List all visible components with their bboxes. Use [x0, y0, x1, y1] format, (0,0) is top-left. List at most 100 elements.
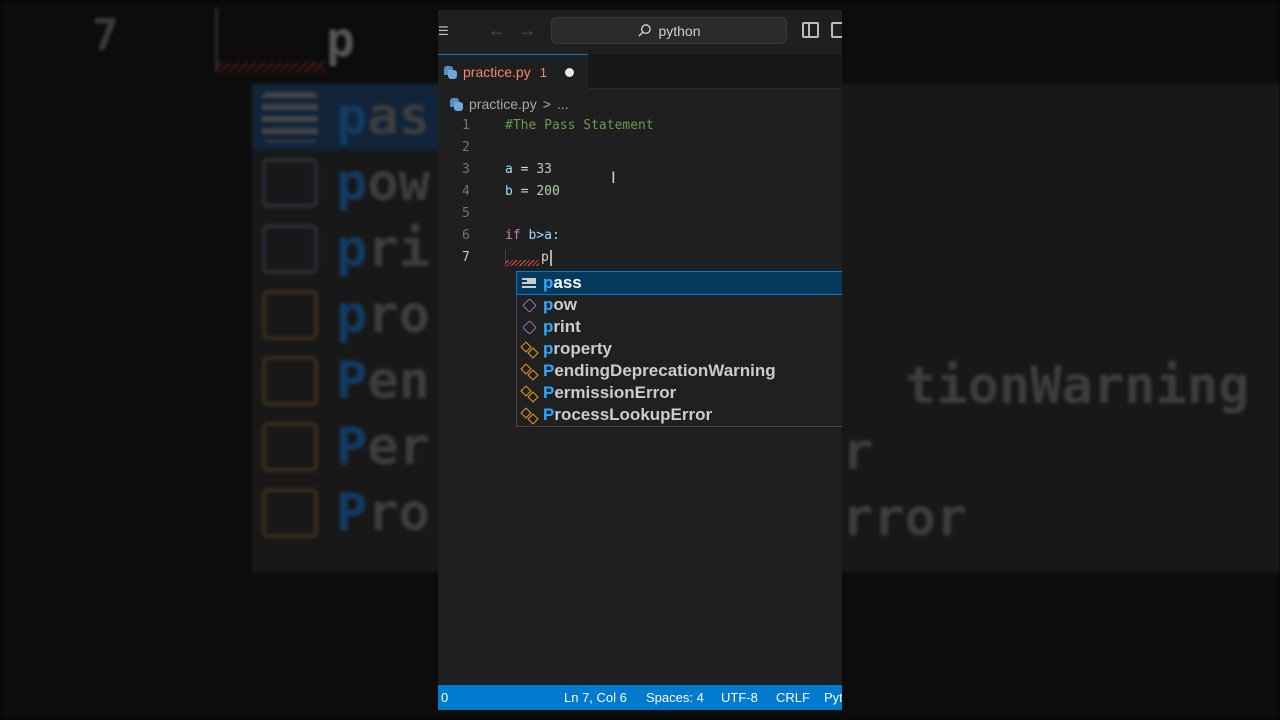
token-keyword: if: [505, 228, 521, 243]
keyword-icon: [521, 275, 537, 291]
class-icon: [521, 407, 537, 423]
backdrop-row-match: p: [336, 219, 368, 279]
backdrop-class-icon: [262, 356, 318, 406]
line-text: b = 200: [505, 181, 560, 203]
function-icon: [521, 297, 537, 313]
suggestion-rest: ermissionError: [554, 383, 677, 402]
arrow-right-icon[interactable]: →: [518, 20, 536, 41]
breadcrumb-ellipsis[interactable]: ...: [557, 96, 569, 112]
tab-practice-py[interactable]: practice.py 1: [438, 54, 588, 89]
code-line: 3 a = 33: [438, 159, 842, 181]
code-line: 5: [438, 203, 842, 225]
suggestion-rest: rocessLookupError: [554, 405, 713, 424]
suggestion-rest: rint: [553, 317, 581, 336]
line-number: 1: [462, 118, 470, 133]
suggestion-match: p: [543, 273, 554, 292]
suggestion-match: p: [543, 317, 554, 336]
backdrop-line-number: 7: [92, 10, 119, 61]
token-variable: a: [505, 162, 513, 177]
backdrop-class-icon: [262, 422, 318, 472]
backdrop-row-match: P: [336, 351, 368, 411]
function-icon: [521, 319, 537, 335]
title-bar: ☰ ← → python: [438, 10, 842, 54]
status-bar: 0 Ln 7, Col 6 Spaces: 4 UTF-8 CRLF Pyt: [438, 685, 842, 710]
backdrop-row-match: P: [336, 417, 368, 477]
tab-filename: practice.py: [463, 64, 531, 80]
command-center-search[interactable]: python: [551, 17, 787, 44]
status-cursor-position[interactable]: Ln 7, Col 6: [564, 690, 627, 705]
code-line-active: 7 p: [438, 247, 842, 269]
suggestion-match: p: [543, 295, 554, 314]
class-icon: [521, 363, 537, 379]
code-line: 4 b = 200: [438, 181, 842, 203]
class-icon: [521, 341, 537, 357]
suggestion-pass[interactable]: p ass: [516, 271, 842, 295]
code-line: 6 if b>a:: [438, 225, 842, 247]
suggestion-permissionerror[interactable]: PermissionError: [517, 382, 842, 404]
backdrop-caret-char: p: [326, 12, 355, 68]
ibeam-cursor-icon: Ι: [611, 168, 616, 187]
token-condition: b>a:: [520, 228, 560, 243]
suggestion-rest: ass: [553, 273, 582, 292]
toggle-panel-icon[interactable]: [831, 22, 842, 38]
backdrop-squiggle: [215, 62, 325, 72]
backdrop-row-rest: as: [367, 87, 430, 147]
backdrop-row-match: P: [336, 483, 368, 543]
suggestion-rest: endingDeprecationWarning: [554, 361, 776, 380]
breadcrumb-file[interactable]: practice.py: [469, 96, 537, 112]
search-text: python: [658, 22, 701, 39]
backdrop-row-rest: ow: [367, 153, 430, 213]
python-file-icon: [450, 97, 463, 111]
suggestion-rest: roperty: [553, 339, 612, 358]
text-cursor: [549, 249, 552, 266]
suggestion-property[interactable]: p roperty: [517, 338, 842, 360]
status-errors[interactable]: 0: [441, 690, 448, 705]
suggestion-match: p: [543, 339, 554, 358]
suggest-widget: p ass p ow p rint p roperty PendingDeprecati…: [516, 271, 842, 427]
unsaved-dot-icon[interactable]: [564, 67, 574, 77]
code-line: 2: [438, 137, 842, 159]
backdrop-method-icon: [262, 158, 318, 208]
status-language[interactable]: Pyt: [824, 690, 842, 705]
backdrop-fragment: rror: [842, 488, 968, 548]
code-editor[interactable]: 1 #The Pass Statement 2 3 a = 33 4 b = 2…: [438, 115, 842, 269]
status-indentation[interactable]: Spaces: 4: [646, 690, 704, 705]
line-text: #The Pass Statement: [505, 118, 654, 133]
backdrop-row-rest: ri: [367, 219, 430, 279]
search-icon: [638, 24, 652, 37]
line-number: 4: [462, 184, 470, 199]
menu-icon[interactable]: ☰: [438, 24, 449, 38]
line-number: 7: [462, 250, 470, 265]
error-squiggle: [505, 260, 539, 266]
status-eol[interactable]: CRLF: [776, 690, 810, 705]
suggestion-print[interactable]: p rint: [517, 316, 842, 338]
backdrop-method-icon: [262, 224, 318, 274]
breadcrumb: practice.py > ...: [450, 96, 569, 112]
editor-window: ☰ ← → python practice.py 1 practice.py >…: [438, 10, 842, 710]
backdrop-fragment: tionWarning: [905, 356, 1250, 416]
typed-text: p: [541, 250, 549, 265]
suggestion-pendingdeprecationwarning[interactable]: PendingDeprecationWarning: [517, 360, 842, 382]
suggestion-processlookuperror[interactable]: ProcessLookupError: [517, 404, 842, 426]
suggestion-match: P: [543, 383, 555, 402]
backdrop-suggest-row: p as: [252, 84, 442, 150]
tab-problem-count: 1: [539, 64, 547, 80]
line-number: 2: [462, 140, 470, 155]
code-line: 1 #The Pass Statement: [438, 115, 842, 137]
breadcrumb-separator: >: [542, 96, 551, 112]
backdrop-row-match: p: [336, 87, 368, 147]
backdrop-class-icon: [262, 488, 318, 538]
toggle-sidebar-icon[interactable]: [802, 22, 819, 38]
status-encoding[interactable]: UTF-8: [721, 690, 758, 705]
suggestion-match: P: [543, 405, 555, 424]
token-number: 200: [536, 184, 560, 199]
backdrop-row-rest: ro: [367, 285, 430, 345]
suggestion-match: P: [543, 361, 555, 380]
arrow-left-icon[interactable]: ←: [488, 20, 506, 41]
suggestion-pow[interactable]: p ow: [517, 294, 842, 316]
backdrop-row-rest: en: [367, 351, 430, 411]
token-operator: =: [512, 162, 537, 177]
token-variable: b: [505, 184, 513, 199]
backdrop-row-match: p: [336, 153, 368, 213]
line-text: p: [541, 247, 552, 269]
